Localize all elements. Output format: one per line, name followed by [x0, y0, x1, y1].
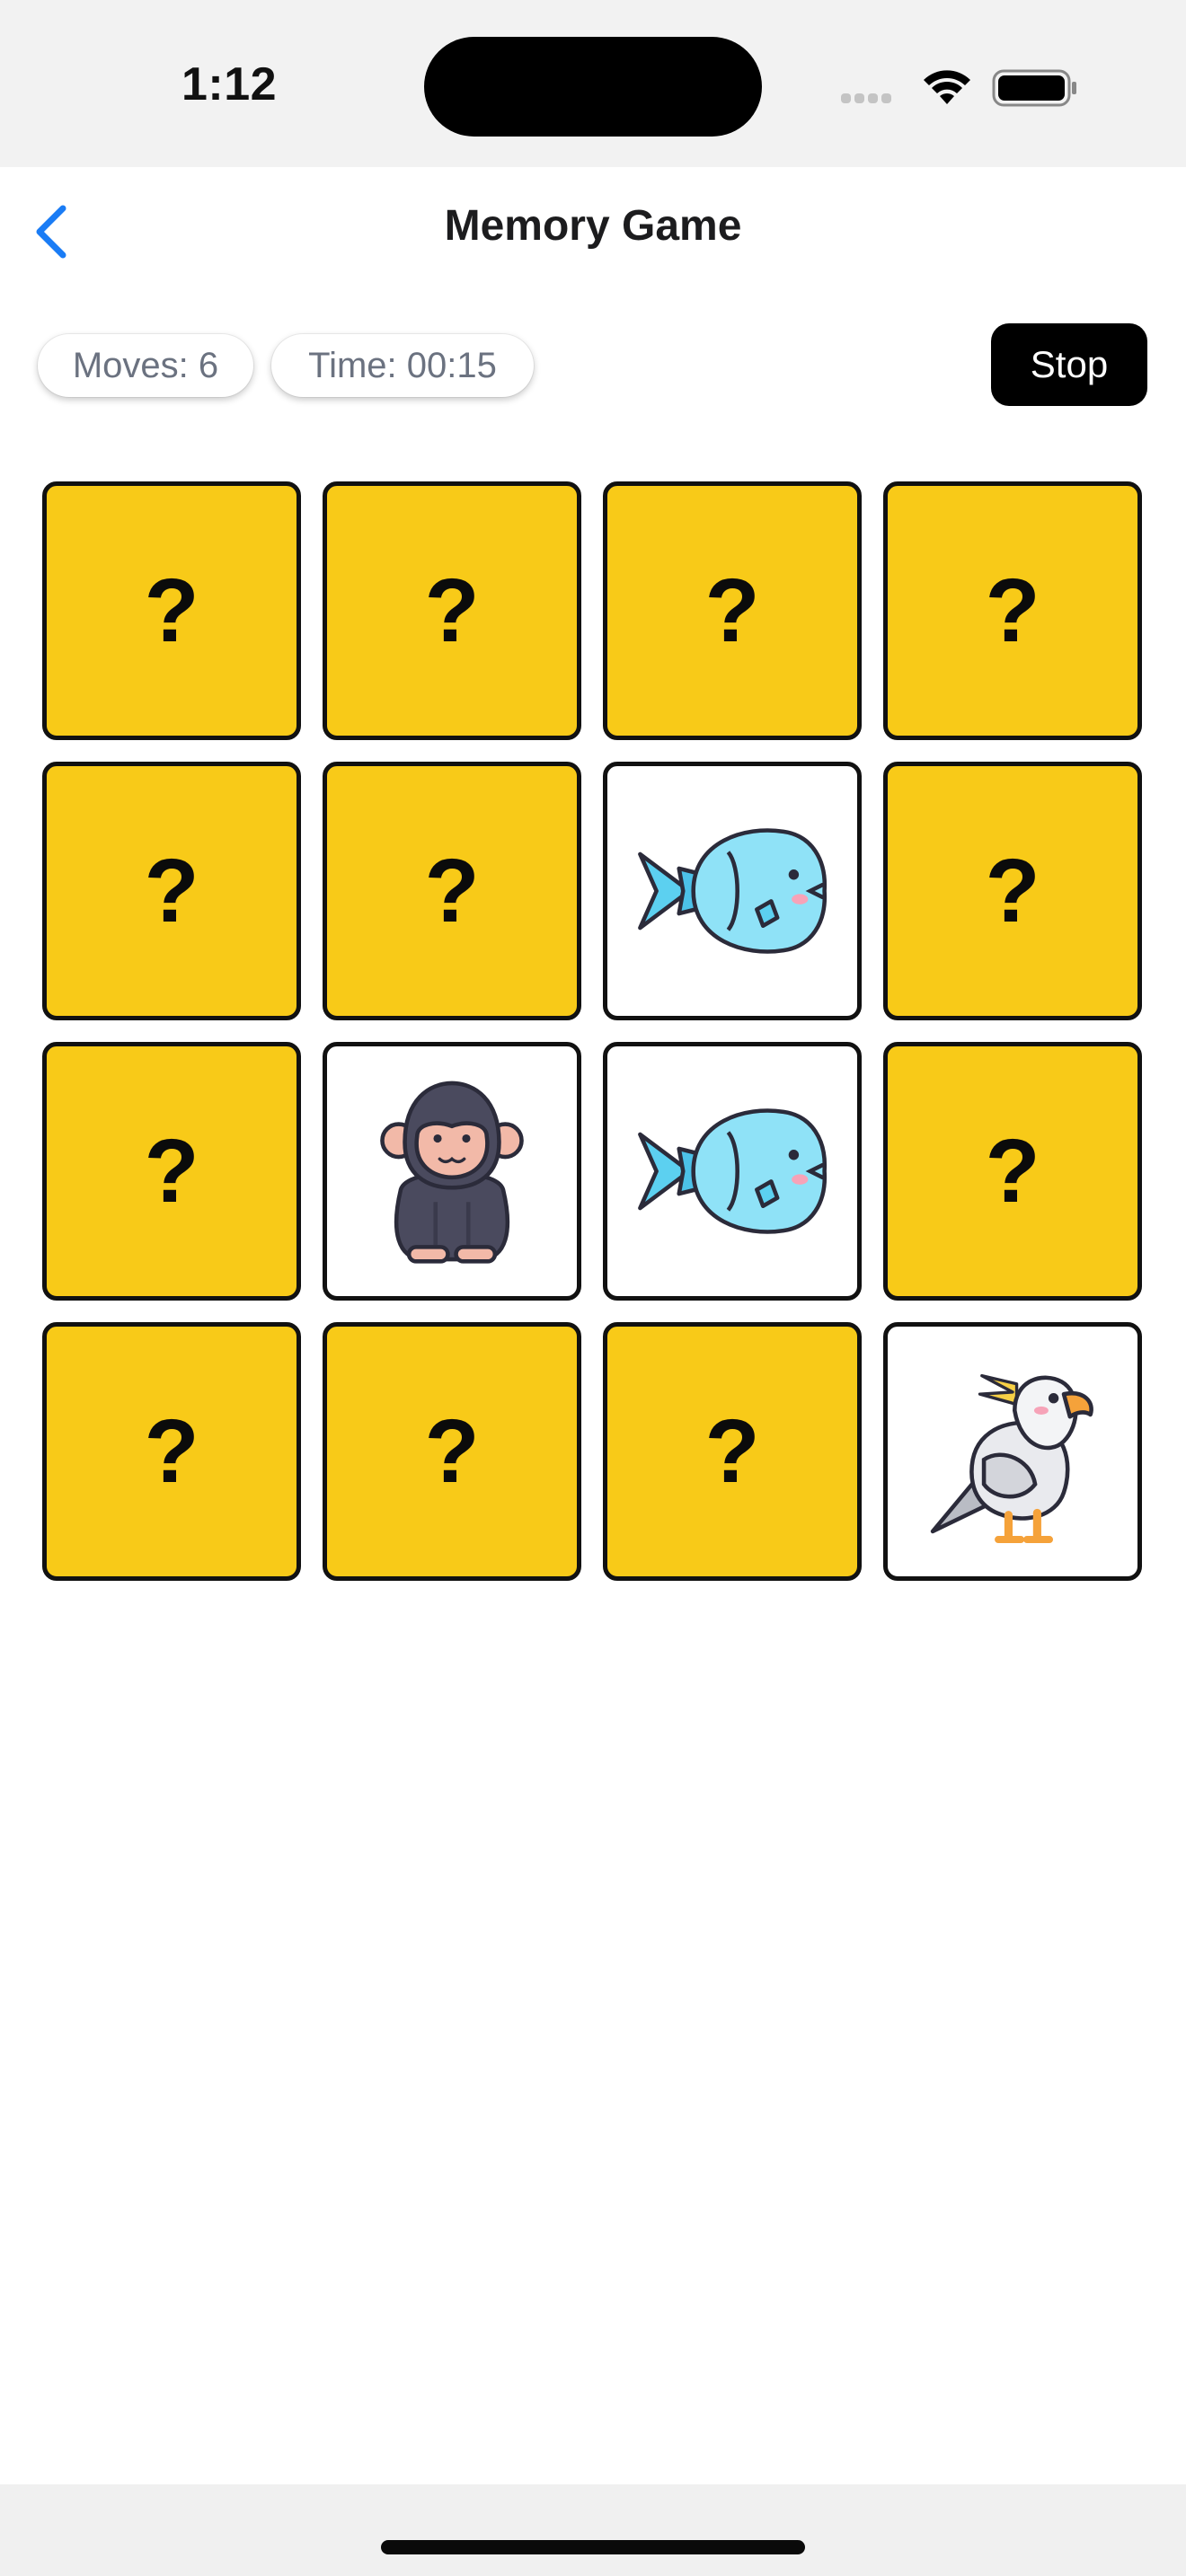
card[interactable]: ?: [323, 481, 581, 740]
card[interactable]: ?: [323, 1322, 581, 1581]
question-mark: ?: [704, 1401, 760, 1502]
navigation-bar: Memory Game: [0, 167, 1186, 293]
battery-icon: [992, 69, 1076, 107]
card[interactable]: ?: [42, 762, 301, 1020]
question-mark: ?: [424, 1401, 480, 1502]
question-mark: ?: [704, 560, 760, 661]
question-mark: ?: [144, 841, 199, 941]
dynamic-island: [424, 37, 762, 137]
question-mark: ?: [424, 560, 480, 661]
question-mark: ?: [985, 1121, 1040, 1222]
status-bar: 1:12: [0, 0, 1186, 167]
question-mark: ?: [985, 560, 1040, 661]
cockatoo-icon: [930, 1373, 1093, 1544]
card-grid: ? ? ? ? ? ? ? ? ? ? ? ?: [42, 481, 1142, 1581]
card[interactable]: ?: [603, 481, 862, 740]
home-indicator-area: [0, 2484, 1186, 2576]
status-time: 1:12: [181, 58, 278, 110]
card-flipped[interactable]: [603, 762, 862, 1020]
card[interactable]: ?: [883, 1042, 1142, 1301]
home-indicator[interactable]: [381, 2540, 805, 2554]
card[interactable]: ?: [603, 1322, 862, 1581]
card-flipped[interactable]: [883, 1322, 1142, 1581]
card[interactable]: ?: [323, 762, 581, 1020]
fish-icon: [638, 828, 828, 954]
stop-button[interactable]: Stop: [991, 323, 1147, 406]
card-flipped[interactable]: [323, 1042, 581, 1301]
card[interactable]: ?: [42, 1322, 301, 1581]
moves-counter: Moves: 6: [38, 334, 253, 397]
question-mark: ?: [144, 560, 199, 661]
card-flipped[interactable]: [603, 1042, 862, 1301]
card[interactable]: ?: [42, 481, 301, 740]
timer-display: Time: 00:15: [271, 334, 534, 397]
question-mark: ?: [985, 841, 1040, 941]
wifi-icon: [924, 70, 970, 104]
card[interactable]: ?: [42, 1042, 301, 1301]
card[interactable]: ?: [883, 481, 1142, 740]
gorilla-icon: [380, 1081, 524, 1264]
page-title: Memory Game: [444, 202, 742, 250]
question-mark: ?: [144, 1401, 199, 1502]
card[interactable]: ?: [883, 762, 1142, 1020]
fish-icon: [638, 1108, 828, 1234]
question-mark: ?: [424, 841, 480, 941]
question-mark: ?: [144, 1121, 199, 1222]
